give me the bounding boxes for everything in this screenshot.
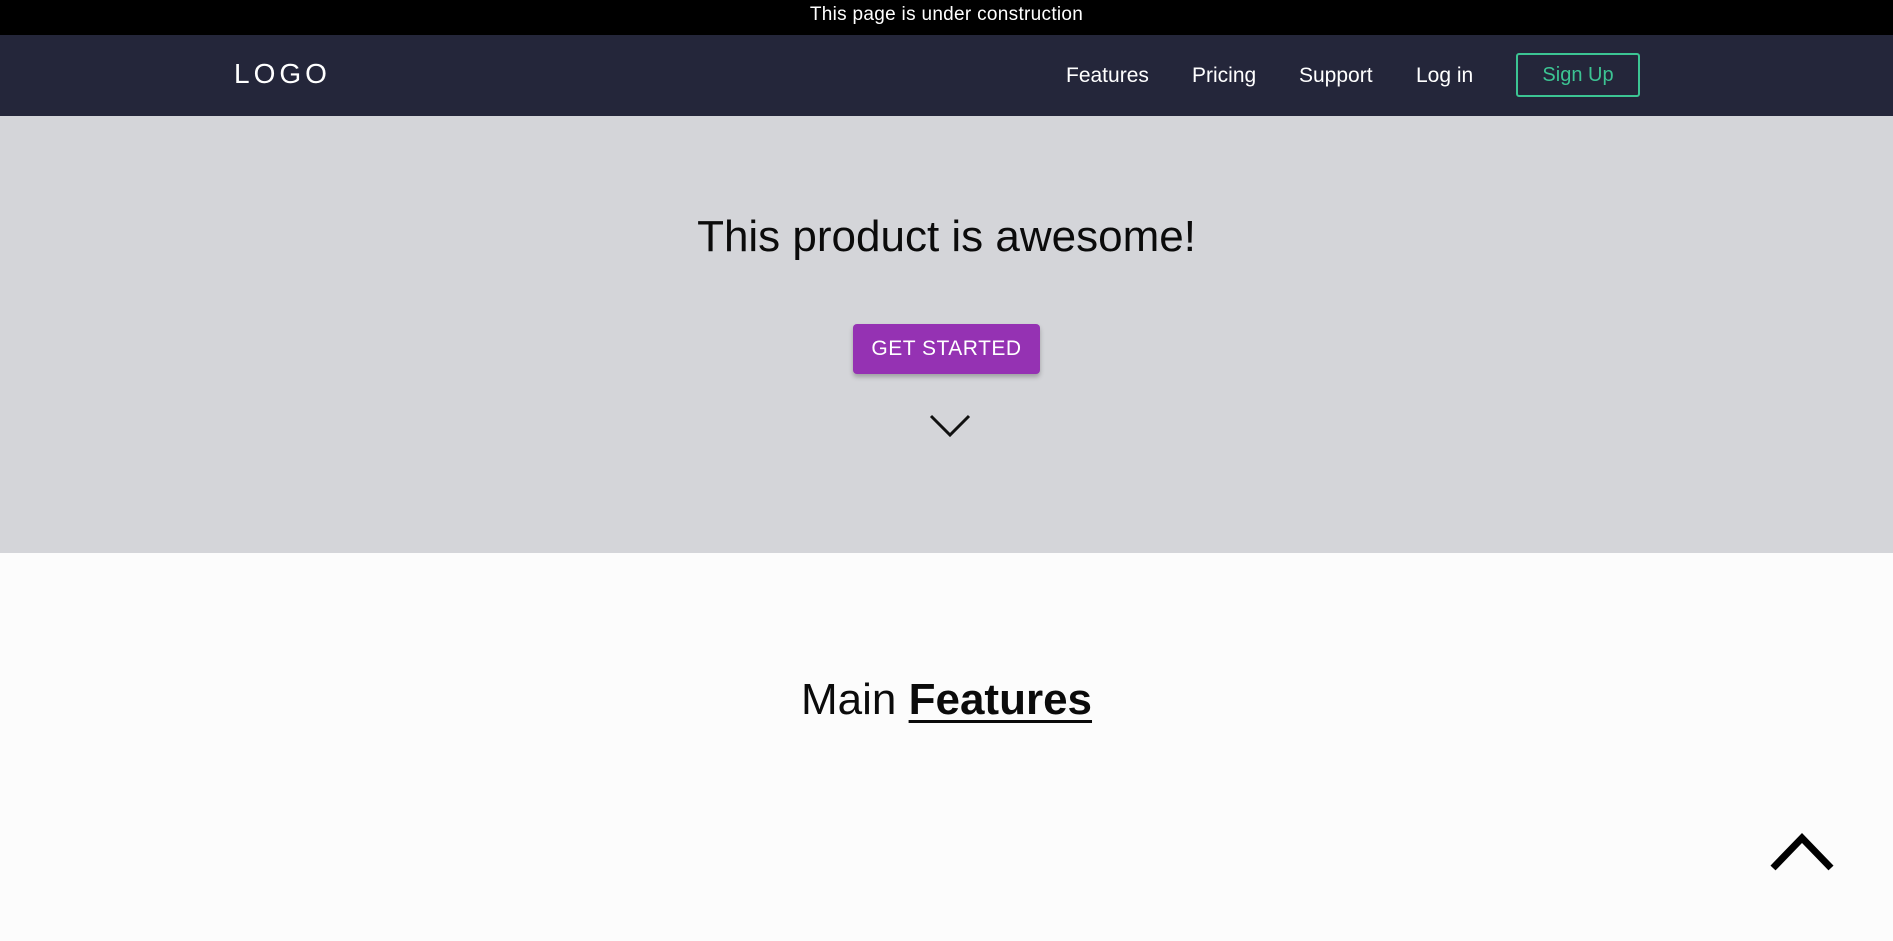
nav-link-pricing[interactable]: Pricing: [1192, 62, 1256, 90]
get-started-button[interactable]: GET STARTED: [853, 324, 1040, 374]
construction-banner: This page is under construction: [0, 0, 1893, 35]
sign-up-button[interactable]: Sign Up: [1516, 53, 1640, 97]
logo[interactable]: LOGO: [234, 57, 331, 91]
nav-link-features[interactable]: Features: [1066, 62, 1149, 90]
construction-banner-text: This page is under construction: [809, 4, 1084, 25]
top-navbar: LOGO Features Pricing Support Log in Sig…: [0, 35, 1893, 116]
nav-link-support[interactable]: Support: [1299, 62, 1373, 90]
hero-section: This product is awesome! GET STARTED: [0, 116, 1893, 553]
nav-link-log-in[interactable]: Log in: [1416, 62, 1473, 90]
hero-title: This product is awesome!: [697, 212, 1196, 261]
chevron-up-icon[interactable]: [1769, 830, 1835, 872]
chevron-down-icon[interactable]: [929, 413, 971, 439]
features-heading-emphasis: Features: [908, 675, 1093, 724]
features-heading: Main Features: [0, 674, 1893, 726]
features-heading-prefix: Main: [800, 675, 897, 724]
